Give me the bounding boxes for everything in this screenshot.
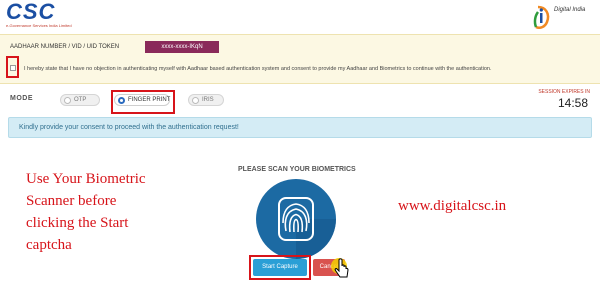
- fingerprint-icon: [278, 197, 336, 259]
- header: CSC e-Governance Services India Limited …: [0, 0, 600, 34]
- instruction-line: Scanner before: [26, 193, 117, 209]
- start-capture-button[interactable]: Start Capture: [253, 259, 307, 276]
- aadhaar-label: AADHAAR NUMBER / VID / UID TOKEN: [10, 44, 120, 50]
- radio-dot: [192, 97, 199, 104]
- consent-statement: I hereby state that I have no objection …: [24, 66, 492, 72]
- mode-option-fingerprint[interactable]: FINGER PRINT: [114, 94, 170, 106]
- digital-india-icon: [533, 5, 550, 30]
- info-alert-text: Kindly provide your consent to proceed w…: [19, 124, 239, 131]
- csc-logo-subtext: e-Governance Services India Limited: [6, 23, 72, 28]
- scan-title: PLEASE SCAN YOUR BIOMETRICS: [238, 166, 356, 173]
- mode-option-iris[interactable]: IRIS: [188, 94, 224, 106]
- mode-label: MODE: [10, 95, 33, 102]
- consent-checkbox-highlight: [6, 56, 19, 78]
- instruction-line: Use Your Biometric: [26, 171, 146, 187]
- session-timer: 14:58: [557, 96, 588, 110]
- mode-option-label: OTP: [74, 97, 87, 103]
- instruction-line: captcha: [26, 237, 72, 253]
- mode-option-label: FINGER PRINT: [128, 97, 171, 103]
- website-annotation: www.digitalcsc.in: [398, 198, 507, 214]
- radio-dot-selected: [118, 97, 125, 104]
- aadhaar-value-badge: xxxx-xxxx-IKqN: [145, 41, 219, 53]
- mode-option-label: IRIS: [202, 97, 214, 103]
- consent-panel: AADHAAR NUMBER / VID / UID TOKEN xxxx-xx…: [0, 34, 600, 84]
- instruction-line: clicking the Start: [26, 215, 129, 231]
- csc-logo-text: CSC: [6, 0, 56, 24]
- biometric-scanner: [256, 179, 336, 259]
- instruction-annotation: Use Your Biometric Scanner before clicki…: [26, 168, 206, 256]
- session-expiry-label: SESSION EXPIRES IN: [538, 89, 590, 95]
- csc-logo: CSC e-Governance Services India Limited: [2, 0, 102, 29]
- mode-option-otp[interactable]: OTP: [60, 94, 100, 106]
- hand-cursor-icon: [331, 258, 349, 278]
- info-alert: Kindly provide your consent to proceed w…: [8, 117, 592, 138]
- radio-dot: [64, 97, 71, 104]
- digital-india-logo: Digital India: [532, 4, 592, 30]
- consent-checkbox[interactable]: [10, 65, 16, 71]
- digital-india-text: Digital India: [554, 7, 586, 13]
